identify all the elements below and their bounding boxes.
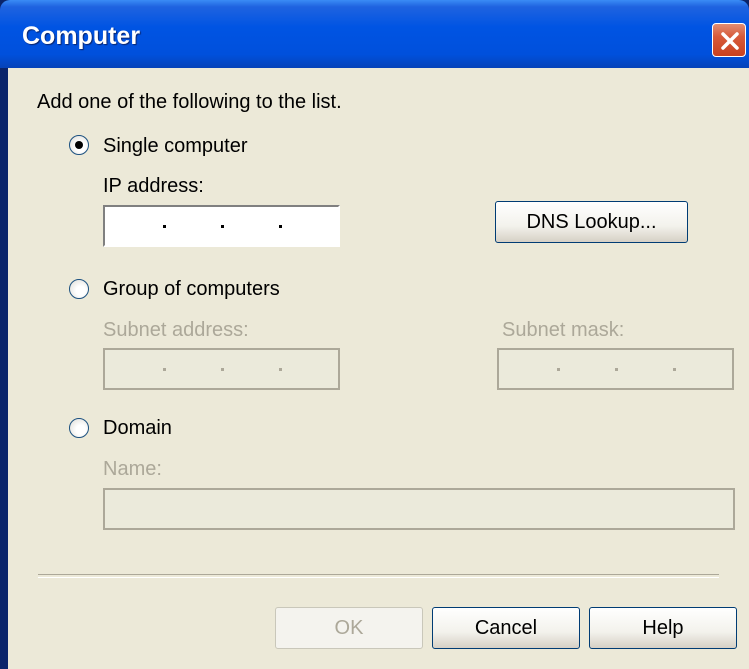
radio-selected-dot [75, 141, 83, 149]
computer-dialog: Computer Add one of the following to the… [0, 0, 749, 669]
ip-address-input[interactable] [103, 205, 340, 247]
ip-separator [673, 368, 676, 371]
group-of-computers-label[interactable]: Group of computers [103, 278, 280, 301]
ip-separator [279, 225, 282, 228]
ip-separator [279, 368, 282, 371]
close-button[interactable] [712, 23, 746, 57]
domain-name-input[interactable] [103, 488, 735, 530]
dialog-body: Add one of the following to the list. Si… [8, 68, 749, 669]
dns-lookup-button[interactable]: DNS Lookup... [495, 201, 688, 243]
domain-label[interactable]: Domain [103, 417, 172, 440]
subnet-address-label: Subnet address: [103, 319, 249, 341]
single-computer-label[interactable]: Single computer [103, 135, 248, 158]
ip-separator [163, 225, 166, 228]
title-bar[interactable]: Computer [0, 0, 749, 68]
domain-name-label: Name: [103, 458, 162, 480]
instruction-text: Add one of the following to the list. [37, 91, 342, 113]
help-button[interactable]: Help [589, 607, 737, 649]
subnet-mask-label: Subnet mask: [502, 319, 625, 341]
cancel-button[interactable]: Cancel [432, 607, 580, 649]
domain-radio[interactable] [69, 418, 89, 438]
ok-button[interactable]: OK [275, 607, 423, 649]
single-computer-radio[interactable] [69, 135, 89, 155]
subnet-mask-input[interactable] [497, 348, 734, 390]
window-title: Computer [22, 22, 141, 50]
ip-separator [163, 368, 166, 371]
close-icon [721, 32, 739, 50]
ip-separator [221, 225, 224, 228]
subnet-address-input[interactable] [103, 348, 340, 390]
group-of-computers-radio[interactable] [69, 279, 89, 299]
ip-address-label: IP address: [103, 175, 204, 197]
ip-separator [221, 368, 224, 371]
ip-separator [557, 368, 560, 371]
ip-separator [615, 368, 618, 371]
separator-line [38, 574, 719, 578]
